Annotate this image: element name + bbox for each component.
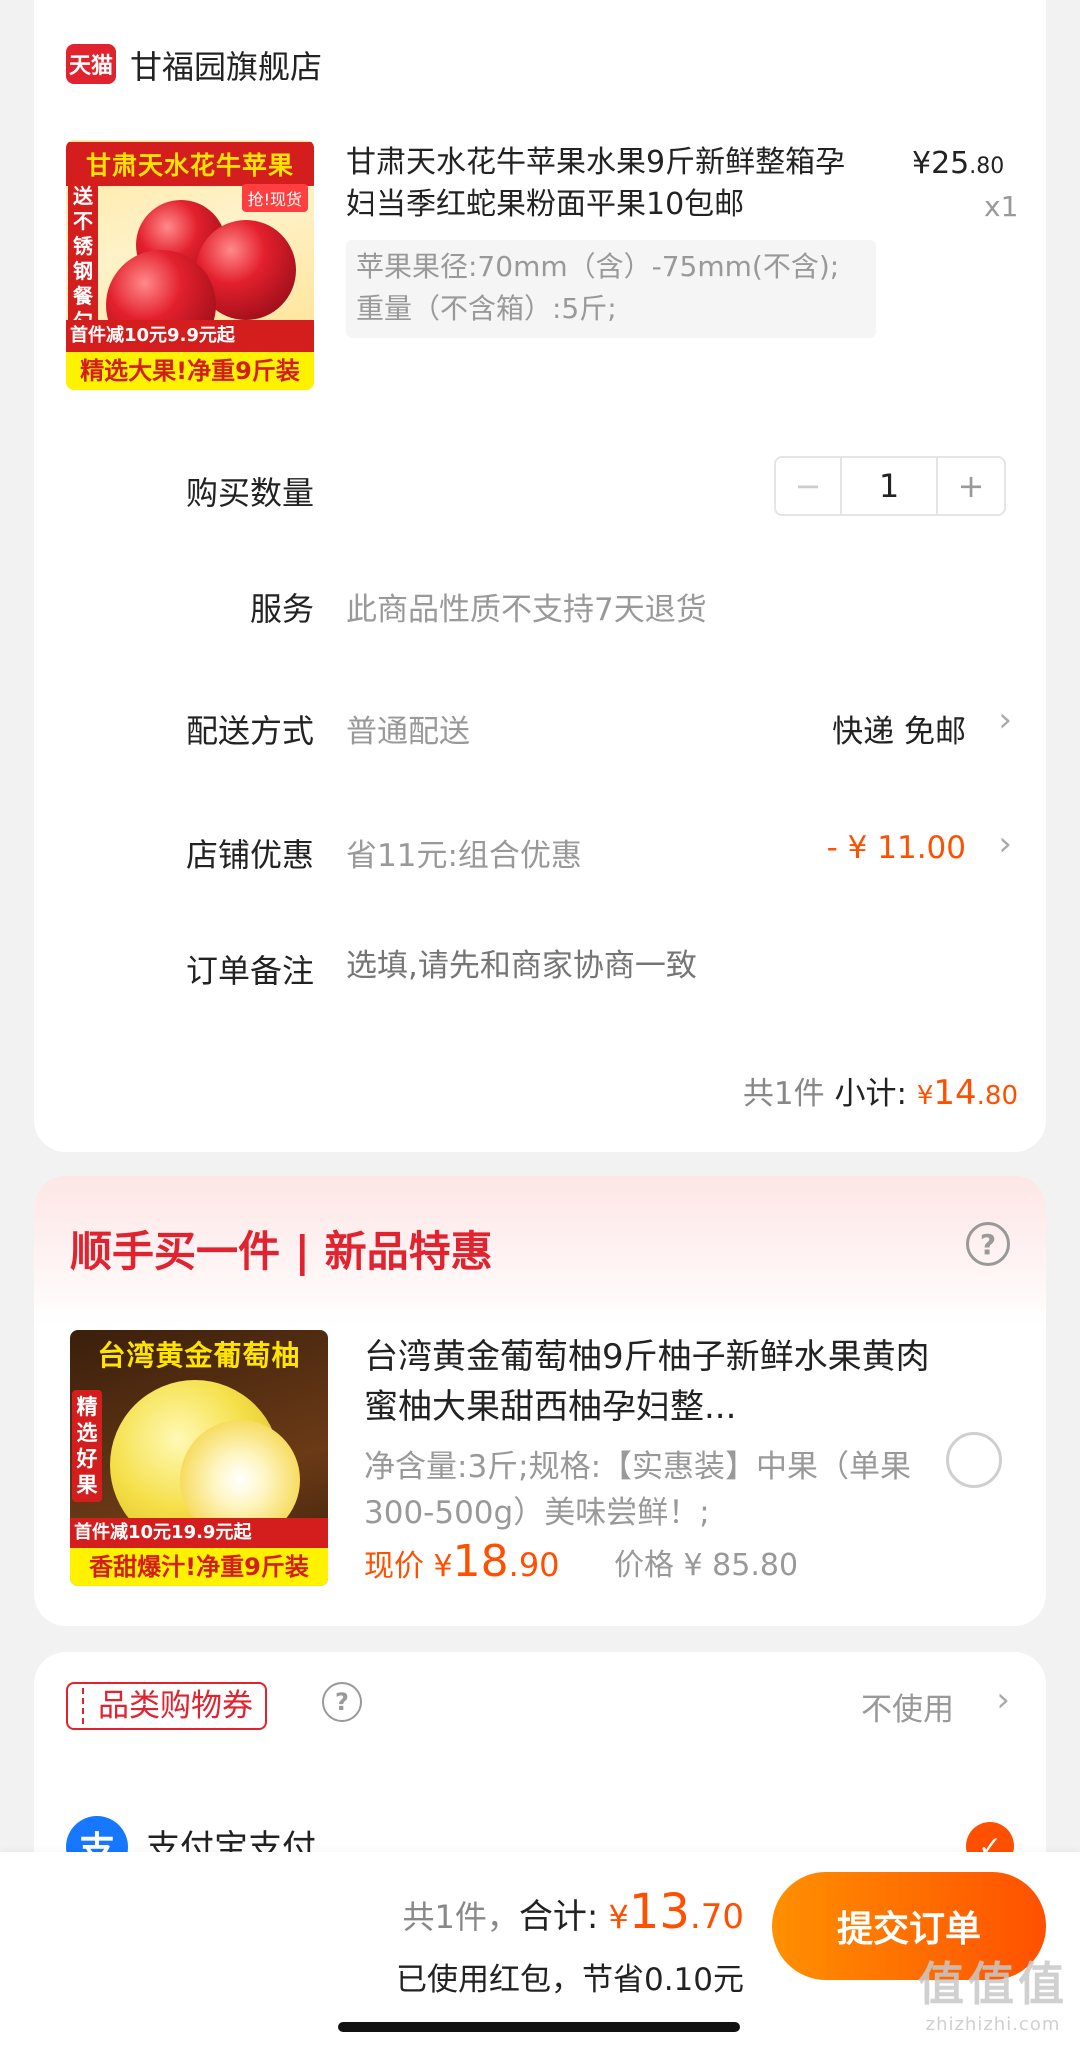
total-count: 共1件，: [402, 1898, 519, 1936]
subtotal-integer: 14: [933, 1073, 977, 1113]
addon-price-integer: 18: [452, 1536, 509, 1587]
subtotal: 共1件 小计: ¥14.80: [743, 1068, 1018, 1113]
addon-price: 现价 ¥18.90: [364, 1536, 560, 1587]
store-discount-value[interactable]: 省11元:组合优惠: [346, 830, 582, 875]
addon-price-decimal: .90: [508, 1546, 560, 1584]
product-image-banner: 精选大果!净重9斤装: [66, 352, 314, 390]
total-decimal: .70: [689, 1897, 744, 1937]
store-name[interactable]: 甘福园旗舰店: [130, 42, 322, 88]
product-image-side-text: 送不锈钢餐勺: [68, 180, 98, 338]
watermark-url: zhizhizhi.com: [925, 2014, 1061, 2035]
home-indicator[interactable]: [338, 2022, 740, 2032]
order-total: 共1件，合计: ¥13.70: [402, 1884, 744, 1940]
product-image-promo: 首件减10元9.9元起: [66, 320, 314, 352]
subtotal-symbol: ¥: [916, 1081, 934, 1111]
addon-original-price: 价格 ¥ 85.80: [614, 1548, 799, 1583]
chevron-right-icon[interactable]: ›: [998, 824, 1012, 864]
price-decimal: .80: [969, 154, 1005, 179]
increase-button[interactable]: +: [938, 458, 1004, 514]
order-note-label: 订单备注: [185, 952, 314, 990]
chevron-right-icon[interactable]: ›: [996, 1680, 1010, 1720]
total-label: 合计:: [518, 1897, 599, 1937]
delivery-option[interactable]: 快递 免邮: [832, 706, 966, 751]
delivery-label: 配送方式: [185, 712, 314, 750]
order-card: 天猫 甘福园旗舰店 甘肃天水花牛苹果 送不锈钢餐勺 抢!现货 首件减10元9.9…: [34, 0, 1046, 1152]
price-symbol: ¥: [912, 146, 932, 181]
addon-title: 顺手买一件 | 新品特惠: [70, 1227, 493, 1276]
chevron-right-icon[interactable]: ›: [998, 700, 1012, 740]
tmall-logo-icon: 天猫: [66, 44, 116, 84]
watermark-logo: 值值值: [918, 1957, 1068, 2011]
subtotal-label: 小计:: [834, 1076, 907, 1112]
addon-thumbnail[interactable]: 台湾黄金葡萄柚 精选好果 首件减10元19.9元起 香甜爆汁!净重9斤装: [70, 1330, 328, 1586]
product-quantity: x1: [984, 190, 1019, 223]
addon-select-radio[interactable]: [946, 1432, 1002, 1488]
store-discount-label: 店铺优惠: [185, 836, 314, 874]
order-note-input[interactable]: [346, 940, 986, 992]
saving-text: 已使用红包，节省0.10元: [395, 1962, 744, 1998]
help-icon[interactable]: ?: [966, 1222, 1010, 1266]
addon-image-promo: 首件减10元19.9元起: [70, 1518, 328, 1548]
addon-image-side-text: 精选好果: [72, 1390, 102, 1502]
addon-card: 顺手买一件 | 新品特惠 ? 台湾黄金葡萄柚 精选好果 首件减10元19.9元起…: [34, 1176, 1046, 1626]
addon-spec[interactable]: 净含量:3斤;规格:【实惠装】中果（单果300-500g）美味尝鲜！;: [364, 1444, 944, 1534]
product-sku[interactable]: 苹果果径:70mm（含）-75mm(不含);重量（不含箱）:5斤;: [346, 240, 876, 338]
addon-price-symbol: ¥: [433, 1549, 453, 1584]
watermark: 值值值 zhizhizhi.com: [918, 1948, 1068, 2035]
addon-image-banner: 香甜爆汁!净重9斤装: [70, 1548, 328, 1586]
product-price: ¥25.80: [912, 146, 1004, 181]
bottom-bar: 共1件，合计: ¥13.70 已使用红包，节省0.10元 提交订单 值值值 zh…: [0, 1852, 1080, 2049]
store-discount-amount[interactable]: - ¥ 11.00: [827, 830, 966, 866]
coupon-tag: 品类购物券: [66, 1682, 267, 1730]
quantity-stepper: − 1 +: [774, 456, 1006, 516]
total-symbol: ¥: [608, 1898, 629, 1936]
item-count: 共1件: [742, 1076, 825, 1112]
total-integer: 13: [628, 1884, 690, 1940]
coupon-value[interactable]: 不使用: [861, 1684, 954, 1729]
addon-name[interactable]: 台湾黄金葡萄柚9斤柚子新鲜水果黄肉蜜柚大果甜西柚孕妇整...: [364, 1332, 944, 1432]
service-label: 服务: [249, 590, 314, 628]
product-image-tag: 抢!现货: [241, 184, 308, 212]
decrease-button[interactable]: −: [776, 458, 842, 514]
price-integer: 25: [931, 146, 970, 181]
product-title[interactable]: 甘肃天水花牛苹果水果9斤新鲜整箱孕妇当季红蛇果粉面平果10包邮: [346, 142, 866, 226]
service-value: 此商品性质不支持7天退货: [346, 592, 707, 628]
now-label: 现价: [364, 1549, 424, 1584]
product-thumbnail[interactable]: 甘肃天水花牛苹果 送不锈钢餐勺 抢!现货 首件减10元9.9元起 精选大果!净重…: [66, 140, 314, 390]
subtotal-decimal: .80: [976, 1081, 1018, 1111]
quantity-input[interactable]: 1: [842, 458, 938, 514]
delivery-value[interactable]: 普通配送: [346, 706, 470, 751]
addon-image-title: 台湾黄金葡萄柚: [97, 1339, 301, 1372]
product-image-title: 甘肃天水花牛苹果: [66, 142, 314, 186]
help-icon[interactable]: ?: [322, 1682, 362, 1722]
quantity-label: 购买数量: [185, 474, 314, 512]
